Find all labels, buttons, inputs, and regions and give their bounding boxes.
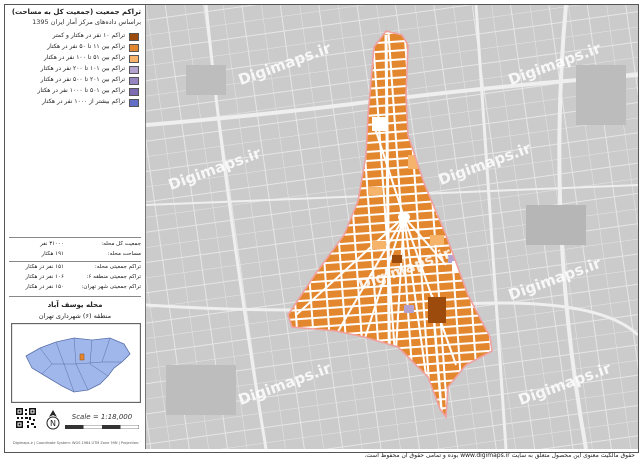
stat-label: تراکم جمعیتی محله: — [94, 264, 141, 270]
stat-label: تراکم جمعیتی منطقه ۶: — [86, 274, 141, 280]
divider — [9, 261, 141, 262]
stat-value: ۱۵۱ نفر در هکتار — [25, 264, 64, 270]
legend-item: تراکم بین ۵۱ تا ۱۰۰ نفر در هکتار — [9, 54, 141, 64]
legend-item: تراکم بین ۲۰۱ تا ۵۰۰ نفر در هکتار — [9, 76, 141, 86]
legend-item: تراکم بین ۱۰۱ تا ۲۰۰ نفر در هکتار — [9, 65, 141, 75]
stat-label: مساحت محله: — [107, 251, 141, 257]
district-name: منطقه (۶) شهرداری تهران — [38, 312, 112, 320]
stat-label: تراکم جمعیتی شهر تهران: — [81, 284, 141, 290]
divider — [9, 237, 141, 238]
legend-item: تراکم ۱۰ نفر در هکتار و کمتر — [9, 32, 141, 42]
legend-subtitle: براساس داده‌های مرکز آمار ایران 1395 — [32, 18, 141, 26]
legend-title: تراکم جمعیت (جمعیت کل به مساحت) — [11, 8, 141, 16]
legend-swatch — [129, 77, 139, 85]
map-scale: Scale = 1:18,000 — [71, 413, 133, 421]
legend-item: تراکم بین ۵۰۱ تا ۱۰۰۰ نفر در هکتار — [9, 87, 141, 97]
stat-value: ۱۹۱ هکتار — [41, 251, 64, 257]
neighborhood-name: محله یوسف آباد — [47, 301, 103, 309]
qr-code-icon — [15, 407, 37, 429]
stat-row: تراکم جمعیتی شهر تهران: ۱۵۰ نفر در هکتار — [9, 284, 141, 293]
legend-swatch — [129, 33, 139, 41]
map-sheet: تراکم جمعیت (جمعیت کل به مساحت) براساس د… — [0, 0, 643, 461]
legend-item: تراکم بیشتر از ۱۰۰۰ نفر در هکتار — [9, 98, 141, 108]
copyright-footer: حقوق مالکیت معنوی این محصول متعلق به سای… — [364, 452, 635, 459]
legend-swatch — [129, 44, 139, 52]
legend-item-label: تراکم بین ۵۰۱ تا ۱۰۰۰ نفر در هکتار — [37, 87, 125, 94]
divider — [9, 296, 141, 297]
north-arrow-icon: N — [46, 410, 60, 430]
fine-print: Digimaps.ir | Coordinate System: WGS 198… — [13, 441, 141, 445]
legend-swatch — [129, 66, 139, 74]
legend-item-label: تراکم بین ۵۱ تا ۱۰۰ نفر در هکتار — [43, 54, 125, 61]
map-canvas: Digimaps.ir Digimaps.ir Digimaps.ir Digi… — [146, 5, 638, 449]
stat-value: ۳۱۰۰۰ نفر — [40, 241, 64, 247]
stat-value: ۱۰۶ نفر در هکتار — [25, 274, 64, 280]
legend-item-label: تراکم ۱۰ نفر در هکتار و کمتر — [52, 32, 125, 39]
legend-item: تراکم بین ۱۱ تا ۵۰ نفر در هکتار — [9, 43, 141, 53]
neighborhood-marker — [79, 353, 85, 361]
legend-item-label: تراکم بیشتر از ۱۰۰۰ نفر در هکتار — [42, 98, 125, 105]
legend-item-label: تراکم بین ۱۰۱ تا ۲۰۰ نفر در هکتار — [40, 65, 125, 72]
scale-bar — [65, 425, 139, 429]
north-label: N — [50, 419, 56, 428]
stat-row: تراکم جمعیتی منطقه ۶: ۱۰۶ نفر در هکتار — [9, 274, 141, 283]
locator-inset-map — [11, 323, 141, 403]
legend-swatch — [129, 55, 139, 63]
map-graphic — [146, 5, 638, 449]
legend-swatch — [129, 99, 139, 107]
stat-label: جمعیت کل محله: — [101, 241, 141, 247]
stat-row: تراکم جمعیتی محله: ۱۵۱ نفر در هکتار — [9, 264, 141, 273]
legend-item-label: تراکم بین ۱۱ تا ۵۰ نفر در هکتار — [47, 43, 125, 50]
legend-item-label: تراکم بین ۲۰۱ تا ۵۰۰ نفر در هکتار — [40, 76, 125, 83]
stat-value: ۱۵۰ نفر در هکتار — [25, 284, 64, 290]
stat-row: مساحت محله: ۱۹۱ هکتار — [9, 251, 141, 260]
locator-map-graphic — [11, 323, 141, 403]
legend-panel: تراکم جمعیت (جمعیت کل به مساحت) براساس د… — [5, 5, 146, 449]
stat-row: جمعیت کل محله: ۳۱۰۰۰ نفر — [9, 241, 141, 250]
legend-swatch — [129, 88, 139, 96]
